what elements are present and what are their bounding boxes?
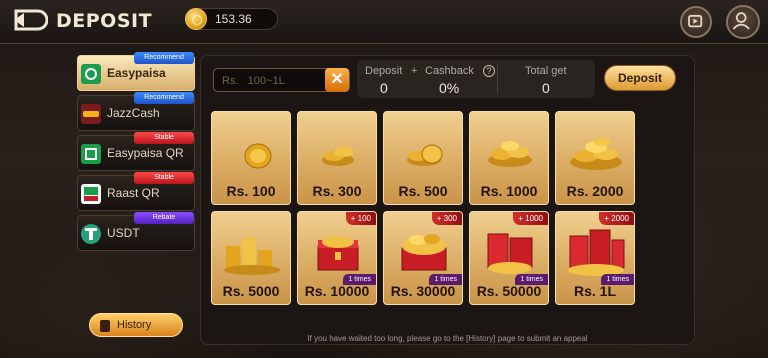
amount-card-30000[interactable]: + 300 1 times Rs. 30000 [383, 211, 463, 305]
payment-method-label: Easypaisa [107, 66, 166, 80]
payment-method-tag: Recommend [134, 52, 194, 64]
amount-card-500[interactable]: Rs. 500 [383, 111, 463, 205]
payment-method-label: USDT [107, 226, 140, 240]
history-icon [100, 320, 110, 332]
easypaisa-logo-icon [81, 64, 101, 84]
jazzcash-logo-icon [81, 104, 101, 124]
close-icon: ✕ [330, 71, 344, 88]
bonus-tag: + 100 [345, 212, 376, 225]
amount-card-50000[interactable]: + 1000 1 times Rs. 50000 [469, 211, 549, 305]
coin-stack-icon [407, 144, 443, 166]
balance-display: 153.36 [185, 8, 278, 30]
coin-icon [185, 8, 207, 30]
bonus-tag: + 1000 [513, 212, 548, 225]
amount-label: Rs. 5000 [222, 283, 280, 299]
amount-label: Rs. 2000 [566, 183, 624, 199]
amount-label: Rs. 100 [226, 183, 276, 199]
cashback-value: 0% [439, 80, 460, 96]
raast-logo-icon [81, 184, 101, 204]
amount-card-1000[interactable]: Rs. 1000 [469, 111, 549, 205]
amount-label: Rs. 1L [573, 283, 616, 299]
payment-method-jazzcash[interactable]: JazzCash Recommend [77, 92, 195, 131]
payment-method-tag: Recommend [134, 92, 194, 104]
amount-card-10000[interactable]: + 100 1 times Rs. 10000 [297, 211, 377, 305]
coin-stack-icon [322, 147, 354, 166]
payment-method-label: Easypaisa QR [107, 146, 184, 160]
back-arrow-icon[interactable] [12, 9, 48, 31]
amount-card-1l[interactable]: + 2000 1 times Rs. 1L [555, 211, 635, 305]
amount-label: Rs. 30000 [390, 283, 456, 299]
cashback-label: Cashback [425, 65, 474, 77]
clear-amount-button[interactable]: ✕ [325, 68, 349, 92]
divider [497, 65, 498, 93]
amount-card-2000[interactable]: Rs. 2000 [555, 111, 635, 205]
top-bar: DEPOSIT 153.36 [0, 0, 768, 44]
payment-method-raast-qr[interactable]: Raast QR Stable [77, 172, 195, 211]
deposit-button[interactable]: Deposit [604, 65, 676, 91]
payment-method-label: JazzCash [107, 106, 160, 120]
payment-method-tag: Rebate [134, 212, 194, 224]
payment-method-tag: Stable [134, 172, 194, 184]
amount-label: Rs. 1000 [480, 183, 538, 199]
payment-method-easypaisa[interactable]: Easypaisa Recommend [77, 52, 195, 91]
amount-card-100[interactable]: Rs. 100 [211, 111, 291, 205]
amount-card-5000[interactable]: Rs. 5000 [211, 211, 291, 305]
amount-input[interactable] [222, 73, 322, 89]
tether-logo-icon [81, 224, 101, 244]
payment-method-usdt[interactable]: USDT Rebate [77, 212, 195, 251]
payment-method-tag: Stable [134, 132, 194, 144]
video-button[interactable] [680, 6, 712, 38]
amount-label: Rs. 50000 [476, 283, 542, 299]
profile-icon [732, 12, 750, 30]
appeal-note: If you have waited too long, please go t… [307, 334, 588, 343]
video-icon [688, 15, 703, 28]
coin-icon [244, 143, 272, 169]
help-icon[interactable]: ? [483, 65, 495, 77]
amount-label: Rs. 10000 [304, 283, 370, 299]
history-button[interactable]: History [89, 313, 183, 337]
payment-method-label: Raast QR [107, 186, 160, 200]
coin-pile-icon [570, 138, 622, 170]
deposit-summary: Deposit + Cashback ? 0 0% Total get 0 [357, 60, 595, 98]
plus-sign: + [411, 65, 418, 77]
payment-method-easypaisa-qr[interactable]: Easypaisa QR Stable [77, 132, 195, 171]
deposit-value: 0 [380, 80, 388, 96]
profile-button[interactable] [726, 5, 760, 39]
amount-label: Rs. 500 [398, 183, 448, 199]
amount-label: Rs. 300 [312, 183, 362, 199]
balance-value: 153.36 [215, 12, 252, 26]
history-label: History [117, 319, 152, 331]
coin-pile-icon [488, 141, 532, 167]
bonus-tag: + 2000 [599, 212, 634, 225]
deposit-label: Deposit [365, 65, 403, 77]
bonus-tag: + 300 [431, 212, 462, 225]
page-title: DEPOSIT [56, 10, 153, 32]
total-get-label: Total get [525, 65, 567, 77]
amount-card-300[interactable]: Rs. 300 [297, 111, 377, 205]
qr-code-icon [81, 144, 101, 164]
total-get-value: 0 [542, 80, 550, 96]
coin-stacks-icon [224, 238, 280, 275]
